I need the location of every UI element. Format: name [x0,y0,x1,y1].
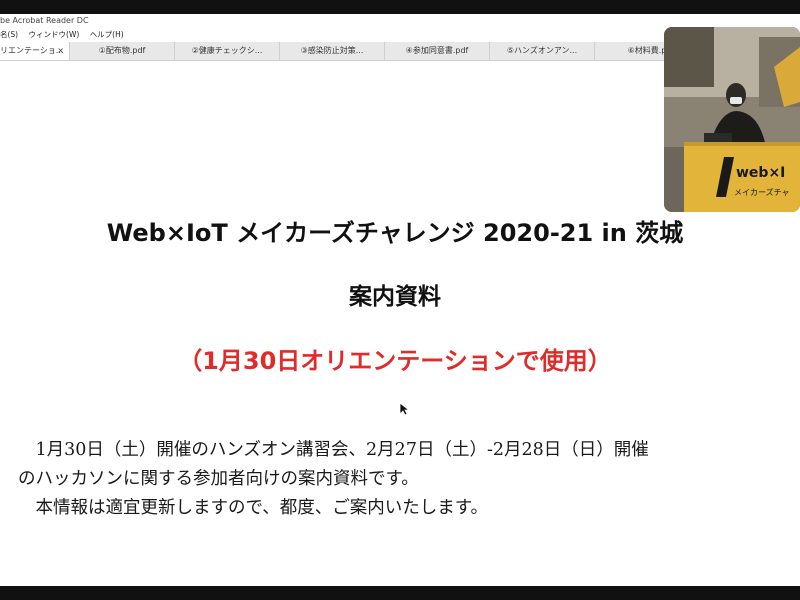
document-title: Web×IoT メイカーズチャレンジ 2020-21 in 茨城 [106,219,684,247]
tab-label: ⑤ハンズオンアン... [506,46,578,55]
menu-item-help[interactable]: ヘルプ(H) [90,30,124,39]
banner-text: web×I [736,165,785,181]
tab-label: ①配布物.pdf [98,46,146,55]
body-line-2: のハッカソンに関する参加者向けの案内資料です。 [18,469,419,489]
tab-hands-on-survey[interactable]: ⑤ハンズオンアン... [490,42,595,60]
presenter-video: web×I メイカーズチャ [664,27,800,212]
mouse-cursor-icon [399,402,409,416]
document-body: 1月30日（土）開催のハンズオン講習会、2月27日（土）-2月28日（日）開催 … [18,436,793,523]
tab-consent-form[interactable]: ④参加同意書.pdf [385,42,490,60]
tab-handout[interactable]: ①配布物.pdf [70,42,175,60]
menu-item-sign[interactable]: 名(S) [0,30,18,39]
tab-orientation[interactable]: リエンテーショ... × [0,42,70,60]
close-icon[interactable]: × [57,42,64,60]
tab-label: ④参加同意書.pdf [405,46,469,55]
menu-item-window[interactable]: ウィンドウ(W) [29,30,80,39]
tab-label: リエンテーショ... [0,46,64,55]
tab-health-check[interactable]: ②健康チェックシ... [175,42,280,60]
document-subtitle: 案内資料 [349,284,441,310]
body-line-3: 本情報は適宜更新しますので、都度、ご案内いたします。 [35,498,489,518]
tab-label: ③感染防止対策... [300,46,364,55]
tab-infection-prevention[interactable]: ③感染防止対策... [280,42,385,60]
body-line-1: 1月30日（土）開催のハンズオン講習会、2月27日（土）-2月28日（日）開催 [35,440,649,460]
window-title: be Acrobat Reader DC [0,14,800,28]
usage-note: （1月30日オリエンテーションで使用） [178,347,612,375]
banner-subtext: メイカーズチャ [734,187,790,197]
tab-label: ②健康チェックシ... [191,46,263,55]
webcam-overlay: web×I メイカーズチャ [664,27,800,212]
screen-frame: be Acrobat Reader DC 名(S) ウィンドウ(W) ヘルプ(H… [0,0,800,600]
tab-label: ⑥材料費.p [627,46,667,55]
